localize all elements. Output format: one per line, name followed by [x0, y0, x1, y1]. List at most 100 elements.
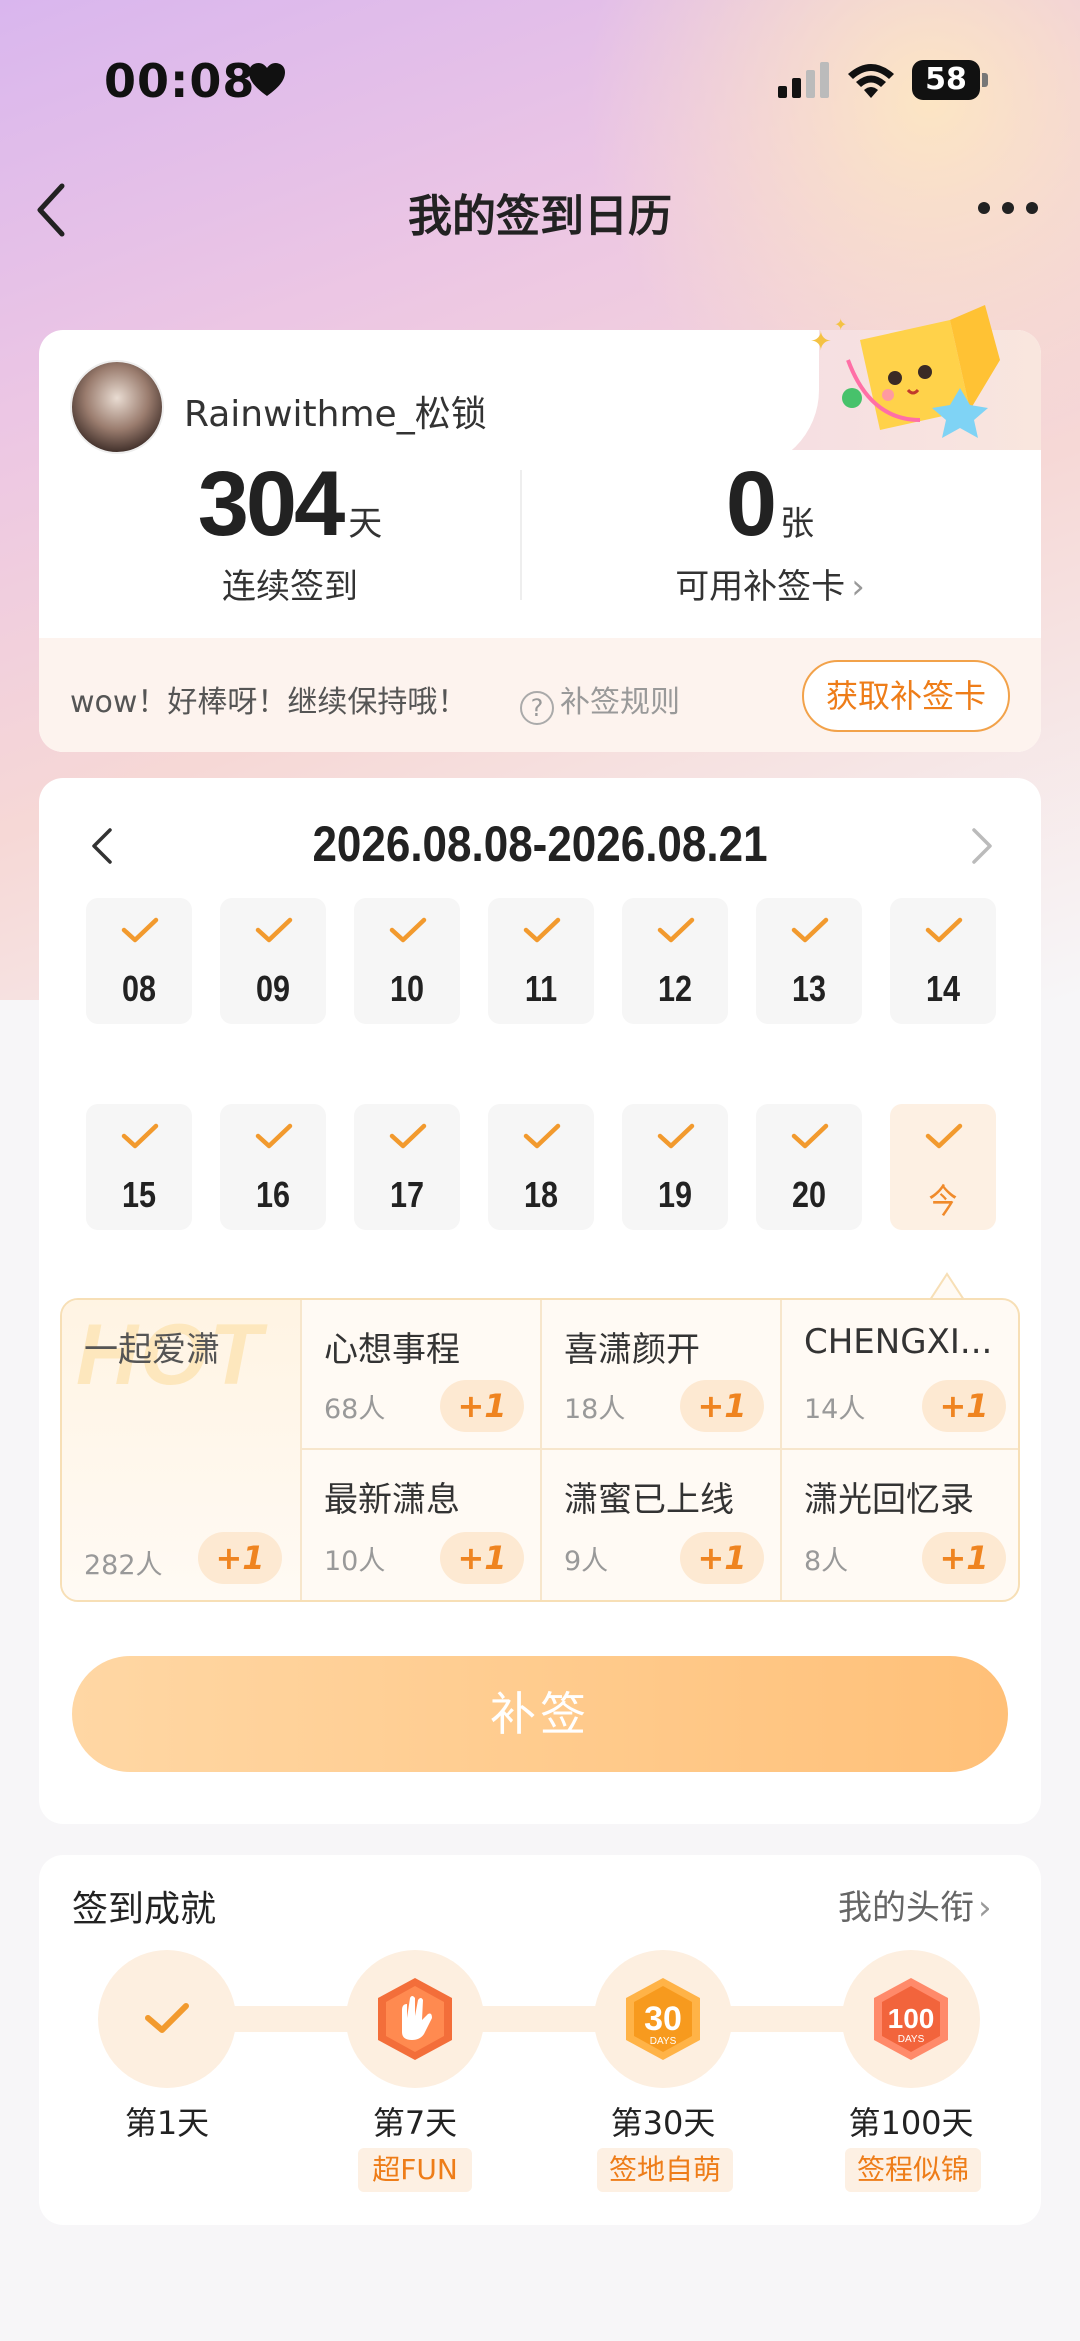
tip-text: wow！好棒呀！继续保持哦！: [70, 685, 468, 720]
date-range: 2026.08.08-2026.08.21: [312, 816, 768, 872]
chevron-right-icon: ›: [851, 567, 865, 607]
achievements-title: 签到成就: [72, 1889, 217, 1930]
check-icon: [255, 917, 293, 943]
day-number: 16: [255, 1174, 291, 1215]
day-cell[interactable]: 14: [890, 898, 996, 1024]
battery-level: 58: [925, 62, 967, 97]
plus-one-button[interactable]: +1: [198, 1532, 282, 1584]
topic-count: 8人: [804, 1546, 849, 1577]
topic-item[interactable]: 潇光回忆录 8人 +1: [782, 1450, 1018, 1600]
day-cell[interactable]: 10: [354, 898, 460, 1024]
achievement-label: 第7天: [372, 2104, 458, 2142]
day-number: 15: [121, 1174, 157, 1215]
check-icon: [121, 1123, 159, 1149]
mascot-icon: ✦ ✦: [810, 305, 1000, 438]
avatar[interactable]: [70, 360, 164, 454]
day-cell[interactable]: 15: [86, 1104, 192, 1230]
page-title: 我的签到日历: [408, 191, 672, 242]
streak-unit: 天: [348, 504, 383, 544]
achievement-day100[interactable]: 100 DAYS: [842, 1950, 980, 2088]
svg-text:✦: ✦: [834, 315, 847, 334]
makeup-sign-button[interactable]: 补签: [72, 1656, 1008, 1772]
100-days-badge-icon: 100 DAYS: [874, 1978, 948, 2060]
plus-one-button[interactable]: +1: [922, 1380, 1006, 1432]
makeup-card-stat[interactable]: 0张 可用补签卡 ›: [620, 452, 920, 608]
rules-label: 补签规则: [560, 685, 680, 720]
topic-count: 18人: [564, 1394, 626, 1425]
check-icon: [121, 917, 159, 943]
cards-unit: 张: [780, 504, 815, 544]
topic-name: 心想事程: [324, 1330, 460, 1370]
svg-text:100: 100: [888, 2003, 935, 2034]
topic-count: 282人: [84, 1550, 163, 1581]
day-cell[interactable]: 08: [86, 898, 192, 1024]
topic-item[interactable]: 心想事程 68人 +1: [302, 1300, 542, 1450]
day-cell[interactable]: 19: [622, 1104, 728, 1230]
day-cell[interactable]: 20: [756, 1104, 862, 1230]
day-cell[interactable]: 16: [220, 1104, 326, 1230]
plus-one-button[interactable]: +1: [922, 1532, 1006, 1584]
achievement-label: 第1天: [124, 2104, 210, 2142]
battery-indicator: 58: [912, 60, 988, 100]
plus-one-button[interactable]: +1: [680, 1380, 764, 1432]
cards-value: 0: [725, 453, 777, 555]
achievement-tag: 超FUN: [358, 2148, 472, 2192]
achievement-label: 第30天: [610, 2104, 716, 2142]
topic-count: 14人: [804, 1394, 866, 1425]
streak-stat: 304 天 连续签到: [140, 452, 440, 608]
plus-one-button[interactable]: +1: [680, 1532, 764, 1584]
achievement-day1[interactable]: [98, 1950, 236, 2088]
day-cell[interactable]: 18: [488, 1104, 594, 1230]
day-cell[interactable]: 17: [354, 1104, 460, 1230]
my-titles-label: 我的头衔: [838, 1888, 974, 1928]
day-number: 17: [389, 1174, 425, 1215]
topic-name: 潇光回忆录: [804, 1480, 974, 1520]
check-icon: [523, 917, 561, 943]
wifi-icon: [848, 64, 894, 98]
topic-item[interactable]: CHENGXI... 14人 +1: [782, 1300, 1018, 1450]
check-icon: [657, 917, 695, 943]
streak-label: 连续签到: [222, 567, 358, 607]
check-icon: [255, 1123, 293, 1149]
day-cell[interactable]: 13: [756, 898, 862, 1024]
topic-count: 9人: [564, 1546, 609, 1577]
day-number: 10: [389, 968, 425, 1009]
topic-name: 一起爱潇: [84, 1330, 220, 1370]
topic-item[interactable]: 喜潇颜开 18人 +1: [542, 1300, 782, 1450]
check-icon: [389, 1123, 427, 1149]
get-card-button[interactable]: 获取补签卡: [802, 660, 1010, 732]
cards-label-text: 可用补签卡: [675, 567, 846, 607]
plus-one-button[interactable]: +1: [440, 1380, 524, 1432]
svg-text:30: 30: [644, 2000, 682, 2038]
rules-link[interactable]: ? 补签规则: [520, 677, 680, 725]
cards-label: 可用补签卡 ›: [620, 559, 920, 608]
topic-name: CHENGXI...: [804, 1322, 993, 1362]
topic-count: 68人: [324, 1394, 386, 1425]
streak-value: 304: [197, 453, 345, 555]
pointer-triangle: [930, 1272, 964, 1300]
my-titles-link[interactable]: 我的头衔 ›: [838, 1880, 992, 1929]
stat-divider: [520, 470, 522, 600]
hot-topic[interactable]: HOT 一起爱潇 282人 +1: [62, 1300, 302, 1600]
achievement-day30[interactable]: 30 DAYS: [594, 1950, 732, 2088]
achievement-day7[interactable]: [346, 1950, 484, 2088]
username: Rainwithme_松锁: [184, 394, 487, 435]
30-days-badge-icon: 30 DAYS: [626, 1978, 700, 2060]
day-cell[interactable]: 11: [488, 898, 594, 1024]
day-cell[interactable]: 09: [220, 898, 326, 1024]
day-cell-today[interactable]: 今: [890, 1104, 996, 1230]
hand-badge-icon: [378, 1978, 452, 2060]
day-cell[interactable]: 12: [622, 898, 728, 1024]
achievement-tag: 签地自萌: [597, 2148, 733, 2192]
signal-icon: [778, 62, 829, 98]
heart-icon: [249, 63, 285, 96]
topic-item[interactable]: 潇蜜已上线 9人 +1: [542, 1450, 782, 1600]
achievement-track: [166, 2006, 912, 2032]
more-icon[interactable]: [976, 198, 1040, 218]
topic-item[interactable]: 最新潇息 10人 +1: [302, 1450, 542, 1600]
status-bar: 00:08 58: [0, 0, 1080, 160]
check-icon: [523, 1123, 561, 1149]
achievement-label: 第100天: [848, 2104, 974, 2142]
plus-one-button[interactable]: +1: [440, 1532, 524, 1584]
chevron-right-icon[interactable]: [970, 826, 994, 866]
